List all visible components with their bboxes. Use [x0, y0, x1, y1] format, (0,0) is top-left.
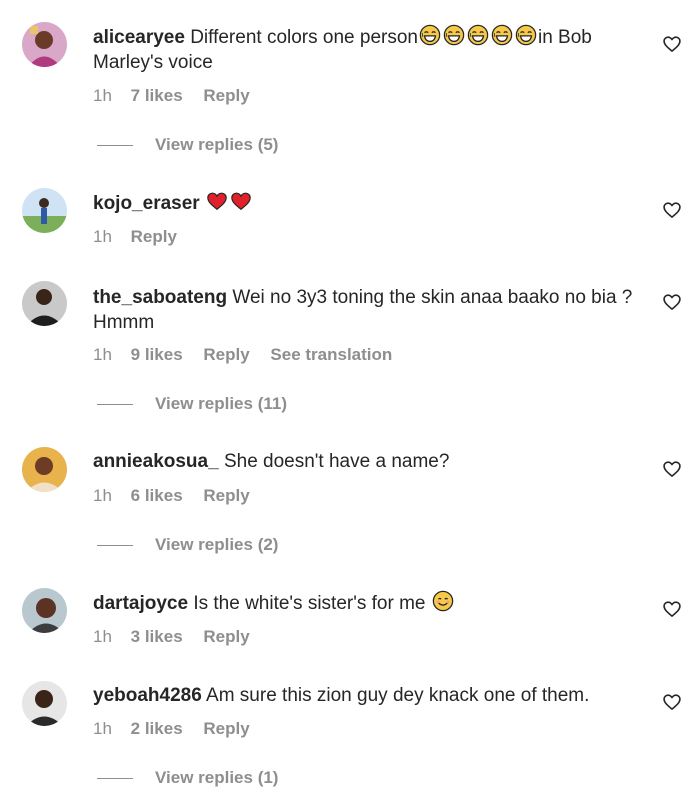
- laughing-emoji: [443, 24, 465, 46]
- likes-count[interactable]: 3 likes: [131, 627, 183, 646]
- username[interactable]: the_saboateng: [93, 287, 227, 308]
- like-heart-icon[interactable]: [662, 459, 682, 479]
- reply-button[interactable]: Reply: [203, 719, 249, 738]
- see-translation-button[interactable]: See translation: [270, 345, 392, 364]
- laughing-emoji: [515, 24, 537, 46]
- avatar[interactable]: [22, 447, 67, 492]
- view-replies-label[interactable]: View replies (11): [155, 394, 287, 414]
- divider: [97, 544, 133, 546]
- likes-count[interactable]: 6 likes: [131, 486, 183, 505]
- username[interactable]: kojo_eraser: [93, 193, 200, 214]
- divider: [97, 144, 133, 146]
- comment-text: Is the white's sister's for me: [193, 593, 426, 614]
- like-heart-icon[interactable]: [662, 692, 682, 712]
- view-replies-label[interactable]: View replies (1): [155, 768, 278, 788]
- view-replies-button[interactable]: View replies (11): [97, 394, 287, 414]
- divider: [97, 403, 133, 405]
- likes-count[interactable]: 9 likes: [131, 345, 183, 364]
- timestamp: 1h: [93, 486, 112, 505]
- reply-button[interactable]: Reply: [203, 86, 249, 105]
- like-heart-icon[interactable]: [662, 292, 682, 312]
- avatar[interactable]: [22, 588, 67, 633]
- laughing-emoji: [419, 24, 441, 46]
- timestamp: 1h: [93, 227, 112, 246]
- timestamp: 1h: [93, 719, 112, 738]
- likes-count[interactable]: 7 likes: [131, 86, 183, 105]
- divider: [97, 777, 133, 779]
- username[interactable]: alicearyee: [93, 27, 185, 48]
- avatar[interactable]: [22, 22, 67, 67]
- reply-button[interactable]: Reply: [131, 227, 177, 246]
- avatar[interactable]: [22, 188, 67, 233]
- reply-button[interactable]: Reply: [203, 345, 249, 364]
- smiling-emoji: [432, 590, 454, 612]
- timestamp: 1h: [93, 86, 112, 105]
- view-replies-button[interactable]: View replies (5): [97, 135, 278, 155]
- username[interactable]: annieakosua_: [93, 451, 219, 472]
- view-replies-label[interactable]: View replies (5): [155, 135, 278, 155]
- like-heart-icon[interactable]: [662, 599, 682, 619]
- comment-text: Am sure this zion guy dey knack one of t…: [206, 685, 590, 706]
- avatar[interactable]: [22, 281, 67, 326]
- like-heart-icon[interactable]: [662, 34, 682, 54]
- red-heart-emoji: [230, 190, 252, 212]
- reply-button[interactable]: Reply: [203, 627, 249, 646]
- username[interactable]: dartajoyce: [93, 593, 188, 614]
- comment-text: She doesn't have a name?: [223, 451, 450, 472]
- view-replies-label[interactable]: View replies (2): [155, 535, 278, 555]
- comment-text: Different colors one person: [190, 27, 418, 48]
- view-replies-button[interactable]: View replies (1): [97, 768, 278, 788]
- timestamp: 1h: [93, 345, 112, 364]
- like-heart-icon[interactable]: [662, 200, 682, 220]
- timestamp: 1h: [93, 627, 112, 646]
- reply-button[interactable]: Reply: [203, 486, 249, 505]
- avatar[interactable]: [22, 681, 67, 726]
- likes-count[interactable]: 2 likes: [131, 719, 183, 738]
- view-replies-button[interactable]: View replies (2): [97, 535, 278, 555]
- laughing-emoji: [467, 24, 489, 46]
- username[interactable]: yeboah4286: [93, 685, 202, 706]
- laughing-emoji: [491, 24, 513, 46]
- red-heart-emoji: [206, 190, 228, 212]
